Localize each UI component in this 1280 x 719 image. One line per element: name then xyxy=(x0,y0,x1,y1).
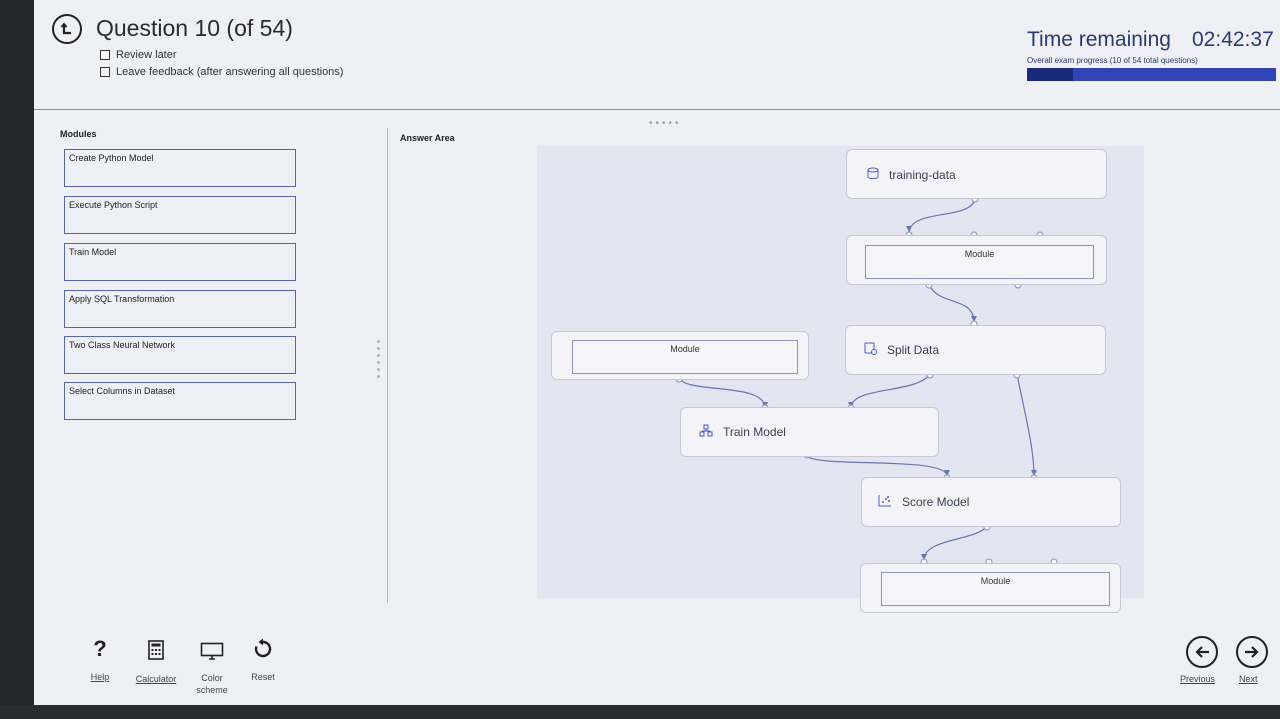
node-split-data[interactable]: Split Data xyxy=(845,325,1106,375)
train-model-icon xyxy=(699,424,713,440)
node-module-slot-1[interactable]: Module xyxy=(846,235,1107,285)
drop-target-label: Module xyxy=(980,576,1011,586)
panel-divider[interactable] xyxy=(387,128,388,603)
next-button[interactable] xyxy=(1236,636,1268,668)
time-remaining-label: Time remaining xyxy=(1027,28,1171,51)
node-label-training-data: training-data xyxy=(889,168,956,182)
module-tile-label: Execute Python Script xyxy=(69,200,158,210)
previous-label[interactable]: Previous xyxy=(1180,674,1215,684)
exam-progress-label: Overall exam progress (10 of 54 total qu… xyxy=(1027,56,1198,65)
return-arrow-icon xyxy=(60,22,71,35)
module-tile-label: Two Class Neural Network xyxy=(69,340,176,350)
exam-header: Question 10 (of 54) Review later Leave f… xyxy=(34,0,1280,108)
next-label[interactable]: Next xyxy=(1239,674,1258,684)
exam-progress-fill xyxy=(1027,68,1074,81)
screen-bezel-left xyxy=(0,0,34,719)
checkbox-square[interactable] xyxy=(100,50,110,60)
arrow-right-icon xyxy=(1245,646,1259,658)
exam-progress-bar xyxy=(1027,68,1276,81)
module-tile-select-columns-in-dataset[interactable]: Select Columns in Dataset xyxy=(64,382,296,420)
module-tile-label: Select Columns in Dataset xyxy=(69,386,176,396)
drop-target-label: Module xyxy=(670,344,700,354)
module-tile-train-model[interactable]: Train Model xyxy=(64,243,296,281)
panel-resize-handle[interactable]: ••••• xyxy=(649,118,682,129)
leave-feedback-checkbox[interactable]: Leave feedback (after answering all ques… xyxy=(100,66,343,78)
module-tile-label: Train Model xyxy=(69,247,117,257)
calculator-label: Calculator xyxy=(135,674,177,684)
reset-label: Reset xyxy=(251,672,275,682)
node-training-data[interactable]: training-data xyxy=(846,149,1107,199)
node-label-train-model: Train Model xyxy=(723,425,786,439)
module-tile-two-class-neural-network[interactable]: Two Class Neural Network xyxy=(64,336,296,374)
pipeline-canvas: training-data Module Module Split Data T… xyxy=(537,146,1144,613)
drop-target-label: Module xyxy=(964,249,995,259)
help-button[interactable]: ? Help xyxy=(82,636,118,683)
time-remaining-value: 02:42:37 xyxy=(1192,28,1274,51)
answer-area-heading: Answer Area xyxy=(400,133,455,143)
leave-feedback-label: Leave feedback (after answering all ques… xyxy=(116,66,344,78)
review-return-button[interactable] xyxy=(52,14,82,44)
help-label: Help xyxy=(90,672,110,682)
node-train-model[interactable]: Train Model xyxy=(680,407,939,457)
arrow-left-icon xyxy=(1195,646,1209,658)
previous-button[interactable] xyxy=(1186,636,1218,668)
splitter-handle[interactable] xyxy=(377,340,383,382)
monitor-icon xyxy=(200,642,224,660)
reset-button[interactable]: Reset xyxy=(245,638,281,682)
node-score-model[interactable]: Score Model xyxy=(861,477,1121,527)
node-label-score-model: Score Model xyxy=(902,495,970,509)
question-title: Question 10 (of 54) xyxy=(96,15,293,41)
drop-target-slot-3[interactable]: Module xyxy=(881,572,1110,606)
question-mark-icon: ? xyxy=(93,636,107,661)
calculator-icon xyxy=(148,640,164,660)
split-data-icon xyxy=(864,342,877,358)
drop-target-slot-1[interactable]: Module xyxy=(865,245,1094,279)
node-label-split-data: Split Data xyxy=(887,343,940,357)
color-scheme-button[interactable]: Color scheme xyxy=(192,642,232,696)
module-tile-apply-sql-transformation[interactable]: Apply SQL Transformation xyxy=(64,290,296,328)
color-scheme-label: Color scheme xyxy=(196,673,228,695)
calculator-button[interactable]: Calculator xyxy=(128,640,184,684)
exam-screen: Question 10 (of 54) Review later Leave f… xyxy=(34,0,1280,705)
review-later-label: Review later xyxy=(116,49,177,61)
reset-icon xyxy=(254,638,272,658)
module-tile-create-python-model[interactable]: Create Python Model xyxy=(64,149,296,187)
node-module-slot-3[interactable]: Module xyxy=(860,563,1121,613)
database-icon xyxy=(867,167,879,183)
node-module-slot-2[interactable]: Module xyxy=(551,331,809,380)
score-model-icon xyxy=(878,494,892,510)
module-tile-label: Create Python Model xyxy=(69,153,154,163)
review-later-checkbox[interactable]: Review later xyxy=(100,49,177,61)
screen-bezel-bottom xyxy=(0,705,1280,719)
checkbox-square[interactable] xyxy=(100,67,110,77)
modules-heading: Modules xyxy=(60,129,97,139)
module-tile-execute-python-script[interactable]: Execute Python Script xyxy=(64,196,296,234)
module-tile-label: Apply SQL Transformation xyxy=(69,294,175,304)
drop-target-slot-2[interactable]: Module xyxy=(572,340,798,374)
header-divider xyxy=(34,109,1280,110)
